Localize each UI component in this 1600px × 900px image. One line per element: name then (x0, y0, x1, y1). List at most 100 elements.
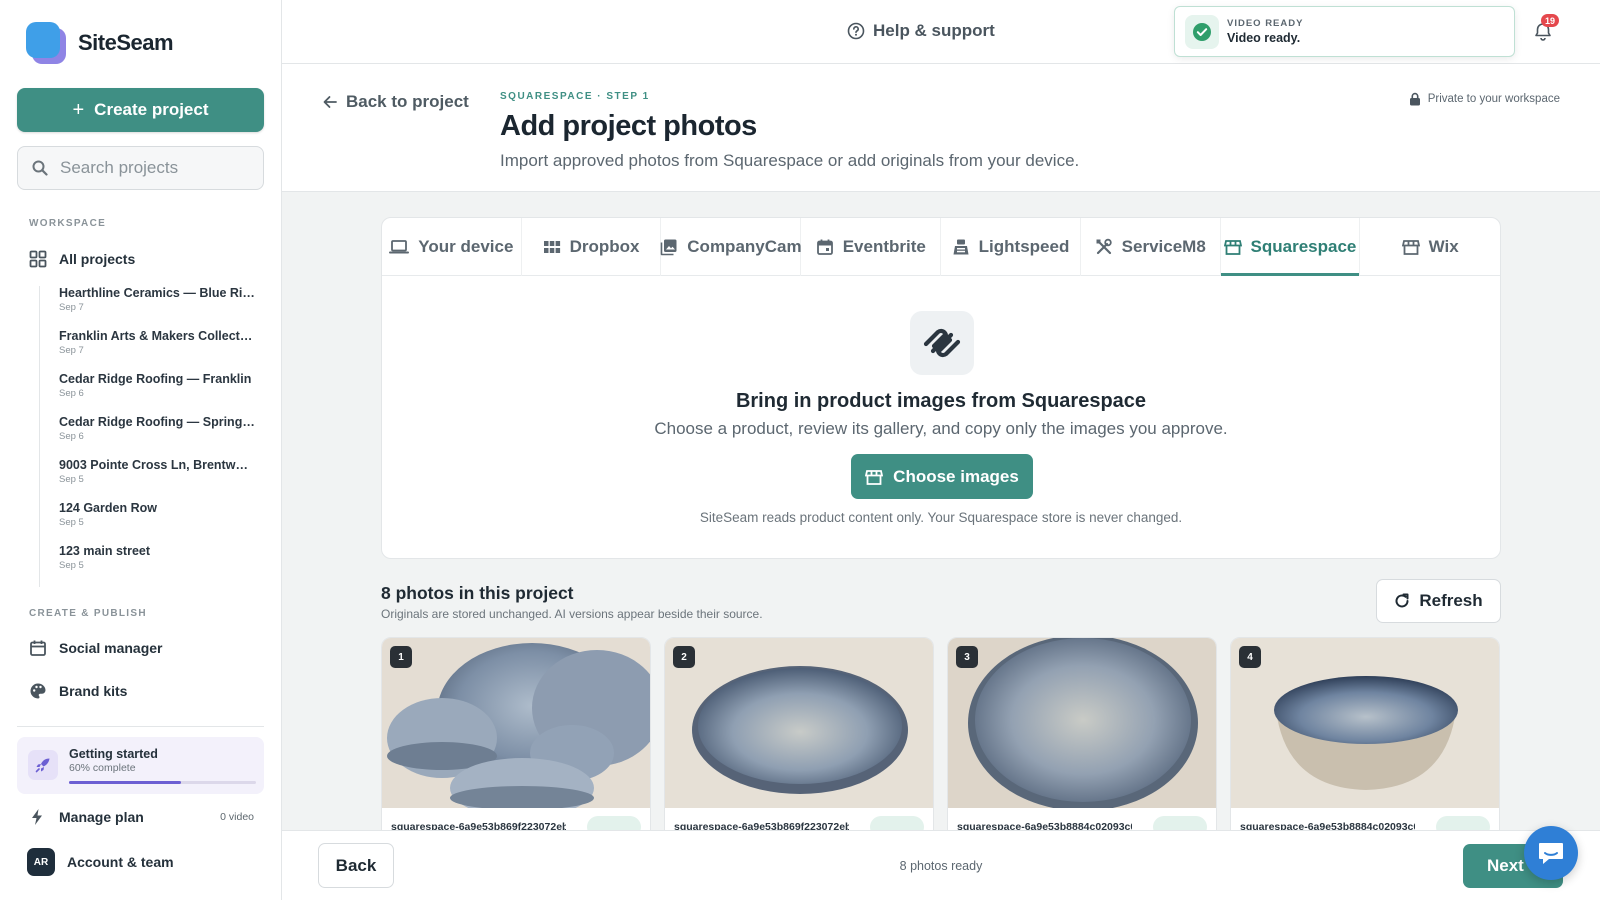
search-icon (32, 160, 48, 176)
create-project-label: Create project (94, 100, 209, 119)
manage-plan-link[interactable]: Manage plan 0 video (29, 808, 254, 826)
tab-your-device[interactable]: Your device (382, 218, 522, 276)
project-title: 9003 Pointe Cross Ln, Brentwood (59, 458, 255, 472)
progress-fill (69, 781, 182, 784)
lightning-icon (32, 809, 42, 825)
tab-label: Squarespace (1250, 237, 1357, 256)
tab-lightspeed[interactable]: Lightspeed (941, 218, 1081, 276)
chat-launcher-button[interactable] (1524, 826, 1578, 880)
dropbox-icon (543, 241, 560, 253)
privacy-note: Private to your workspace (1409, 92, 1560, 106)
project-item[interactable]: Hearthline Ceramics — Blue Ridge Sep 7 (40, 286, 261, 329)
tab-label: CompanyCam (687, 237, 802, 256)
tab-eventbrite[interactable]: Eventbrite (801, 218, 942, 276)
choose-images-button[interactable]: Choose images (851, 454, 1033, 499)
photo-thumbnail: 1 (382, 638, 650, 808)
project-date: Sep 5 (59, 560, 84, 571)
page-title: Add project photos (500, 110, 757, 142)
toast-message: Video ready. (1227, 31, 1301, 45)
project-date: Sep 7 (59, 345, 84, 356)
photo-library-icon (660, 239, 677, 256)
getting-started-progress-text: 60% complete (69, 762, 136, 774)
search-box[interactable] (17, 146, 264, 190)
chat-icon (1539, 843, 1563, 864)
photo-thumbnail: 3 (948, 638, 1216, 808)
privacy-label: Private to your workspace (1427, 93, 1560, 105)
project-title: Cedar Ridge Roofing — Spring Hill (59, 415, 255, 429)
project-item[interactable]: Cedar Ridge Roofing — Spring Hill Sep 6 (40, 415, 261, 458)
project-item[interactable]: 123 main street Sep 5 (40, 544, 261, 587)
import-subtitle: Choose a product, review its gallery, an… (654, 419, 1228, 438)
app-name: SiteSeam (78, 30, 174, 55)
calendar-icon (816, 239, 833, 255)
refresh-icon (1395, 593, 1409, 608)
project-list: Hearthline Ceramics — Blue Ridge Sep 7 Fr… (39, 286, 261, 587)
logo[interactable]: SiteSeam (26, 22, 174, 64)
tab-dropbox[interactable]: Dropbox (522, 218, 662, 276)
register-icon (953, 239, 969, 255)
storefront-icon (1223, 240, 1242, 255)
sidebar-item-social-manager[interactable]: Social manager (29, 639, 163, 657)
back-to-project-label: Back to project (346, 92, 469, 111)
help-label: Help & support (873, 21, 995, 40)
getting-started-title: Getting started (69, 747, 158, 761)
import-title: Bring in product images from Squarespace (735, 390, 1147, 412)
project-item[interactable]: 124 Garden Row Sep 5 (40, 501, 261, 544)
lock-icon (1409, 92, 1420, 106)
storefront-icon (1401, 240, 1420, 255)
notification-badge: 19 (1541, 14, 1559, 27)
tab-label: Dropbox (569, 237, 640, 256)
laptop-icon (389, 240, 410, 254)
create-project-button[interactable]: + Create project (17, 88, 264, 132)
tab-companycam[interactable]: CompanyCam (660, 218, 802, 276)
tab-label: Eventbrite (842, 237, 926, 256)
import-note: SiteSeam reads product content only. You… (699, 510, 1183, 525)
notification-toast[interactable]: VIDEO READY Video ready. (1174, 6, 1515, 57)
getting-started-progress-bar (69, 781, 256, 784)
sidebar-item-label: All projects (59, 251, 136, 267)
calendar-icon (30, 640, 46, 656)
footer-status: 8 photos ready (899, 859, 983, 873)
project-date: Sep 5 (59, 517, 84, 528)
photo-number: 1 (390, 646, 412, 668)
manage-plan-label: Manage plan (59, 809, 144, 825)
page-subtitle: Import approved photos from Squarespace … (500, 151, 1080, 170)
project-title: Franklin Arts & Makers Collective (59, 329, 255, 343)
check-icon (1185, 14, 1219, 49)
workspace-section-label: WORKSPACE (29, 218, 107, 229)
top-bar: Help & support VIDEO READY Video ready. … (282, 0, 1600, 64)
project-item[interactable]: Franklin Arts & Makers Collective Sep 7 (40, 329, 261, 372)
photo-thumbnail: 4 (1231, 638, 1499, 808)
sidebar: SiteSeam + Create project WORKSPACE All … (0, 0, 282, 900)
avatar: AR (27, 848, 55, 876)
account-team-link[interactable]: AR Account & team (27, 848, 174, 876)
photo-number: 4 (1239, 646, 1261, 668)
project-item[interactable]: Cedar Ridge Roofing — Franklin Sep 6 (40, 372, 261, 415)
tab-label: Your device (418, 237, 514, 256)
plus-icon: + (72, 98, 85, 121)
palette-icon (30, 683, 46, 699)
search-input[interactable] (60, 158, 240, 178)
video-count: 0 video (220, 811, 254, 823)
tab-wix[interactable]: Wix (1360, 218, 1500, 276)
refresh-button[interactable]: Refresh (1376, 579, 1501, 623)
project-date: Sep 5 (59, 474, 84, 485)
squarespace-logo-icon (910, 311, 974, 375)
help-support-link[interactable]: Help & support (847, 21, 995, 41)
refresh-label: Refresh (1419, 591, 1483, 610)
storefront-icon (865, 469, 884, 485)
arrow-left-icon (323, 96, 337, 108)
photo-thumbnail: 2 (665, 638, 933, 808)
tab-label: Wix (1428, 237, 1459, 256)
sidebar-item-brand-kits[interactable]: Brand kits (29, 682, 127, 700)
project-item[interactable]: 9003 Pointe Cross Ln, Brentwood Sep 5 (40, 458, 261, 501)
tab-servicem8[interactable]: ServiceM8 (1081, 218, 1221, 276)
getting-started-card[interactable]: Getting started 60% complete (17, 737, 264, 794)
help-icon (847, 22, 865, 40)
sidebar-item-all-projects[interactable]: All projects (29, 250, 135, 268)
photo-number: 2 (673, 646, 695, 668)
import-card: Your device Dropbox CompanyCam Eventbrit… (381, 217, 1501, 559)
back-to-project-link[interactable]: Back to project (322, 92, 469, 112)
tab-squarespace[interactable]: Squarespace (1220, 218, 1361, 276)
tab-label: Lightspeed (978, 237, 1070, 256)
